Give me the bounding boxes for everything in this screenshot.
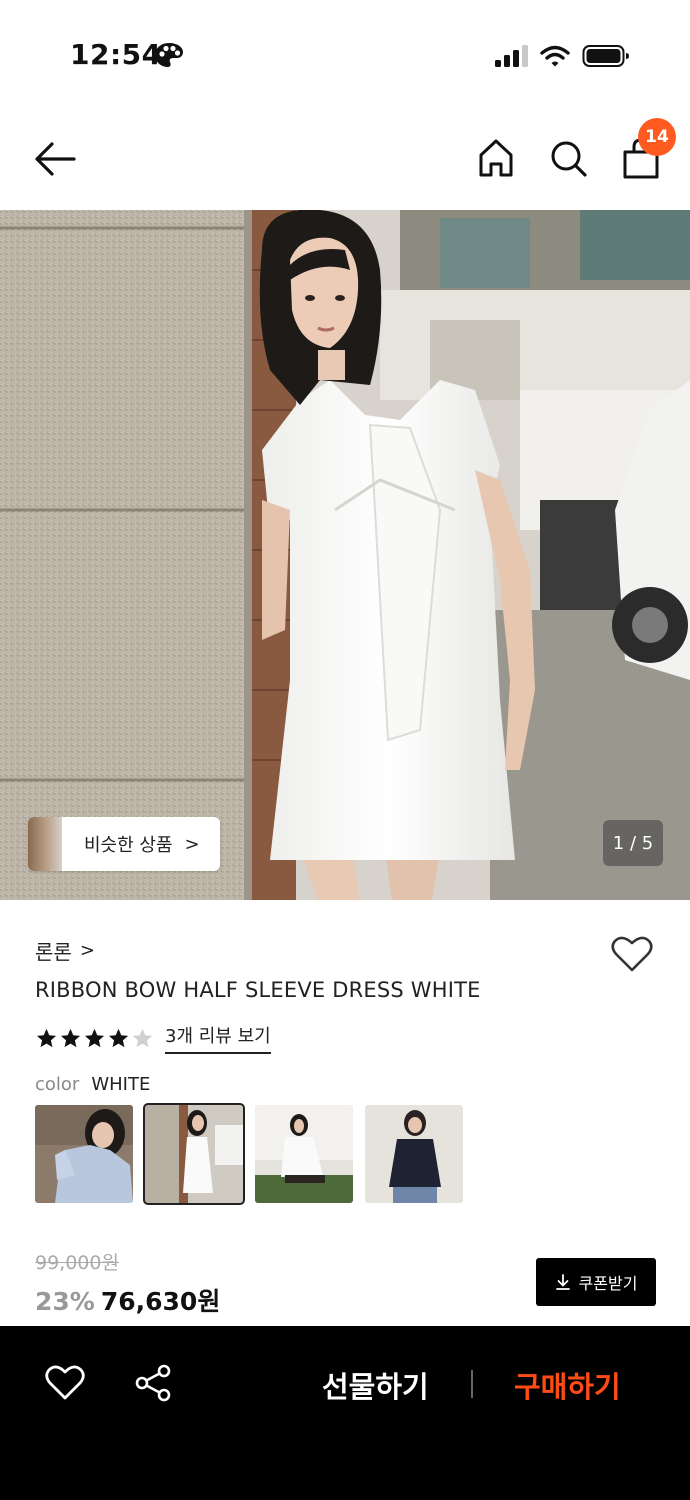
image-page-indicator: 1 / 5 (603, 820, 663, 866)
chevron-right-icon: > (184, 833, 200, 855)
star-filled-icon (108, 1028, 129, 1047)
back-arrow-icon[interactable] (30, 137, 80, 181)
gift-button[interactable]: 선물하기 (322, 1364, 429, 1406)
rating-row: 3개 리뷰 보기 (35, 1022, 271, 1054)
chevron-right-icon: > (79, 940, 95, 961)
product-image-gallery[interactable] (0, 210, 690, 900)
buy-button[interactable]: 구매하기 (514, 1364, 621, 1406)
star-filled-icon (36, 1028, 57, 1047)
color-swatch-list (35, 1103, 475, 1205)
wishlist-heart-icon[interactable] (610, 934, 654, 974)
top-nav-bar (0, 115, 690, 205)
similar-products-label: 비슷한 상품 (84, 835, 173, 856)
status-bar: 12:54 (0, 0, 690, 110)
search-icon[interactable] (546, 135, 590, 181)
signal-icon (495, 45, 528, 67)
star-filled-icon (60, 1028, 81, 1047)
sale-price: 76,630원 (100, 1287, 221, 1316)
color-value: WHITE (91, 1074, 151, 1095)
cart-count-badge: 14 (638, 118, 676, 156)
home-icon[interactable] (474, 135, 518, 181)
review-link[interactable]: 3개 리뷰 보기 (165, 1022, 271, 1054)
heart-icon[interactable] (44, 1364, 86, 1402)
color-row: color WHITE (35, 1074, 150, 1095)
coupon-label: 쿠폰받기 (578, 1274, 638, 1293)
color-swatch-navy[interactable] (365, 1105, 463, 1203)
battery-icon (582, 45, 629, 67)
discount-rate: 23% (35, 1287, 95, 1316)
share-icon[interactable] (134, 1364, 172, 1402)
product-photo (0, 210, 690, 900)
similar-products-thumbnail (28, 817, 62, 871)
wifi-icon (540, 45, 570, 67)
color-swatch-light-blue[interactable] (35, 1105, 133, 1203)
similar-products-button[interactable]: 비슷한 상품 > (28, 817, 220, 871)
product-title: RIBBON BOW HALF SLEEVE DRESS WHITE (35, 978, 481, 1002)
coupon-download-button[interactable]: 쿠폰받기 (536, 1258, 656, 1306)
star-empty-icon (132, 1028, 153, 1047)
brand-link[interactable]: 론론 > (35, 936, 95, 965)
color-swatch-white-seated[interactable] (255, 1105, 353, 1203)
original-price: 99,000원 (35, 1252, 119, 1274)
star-filled-icon (84, 1028, 105, 1047)
divider (471, 1370, 473, 1398)
palette-icon (155, 43, 183, 67)
download-icon (555, 1274, 570, 1290)
color-swatch-white[interactable] (143, 1103, 245, 1205)
color-label: color (35, 1074, 80, 1095)
bottom-action-bar: 선물하기 구매하기 (0, 1326, 690, 1500)
status-time: 12:54 (70, 38, 162, 71)
brand-name: 론론 (35, 940, 72, 964)
price-row: 23% 76,630원 (35, 1282, 220, 1318)
